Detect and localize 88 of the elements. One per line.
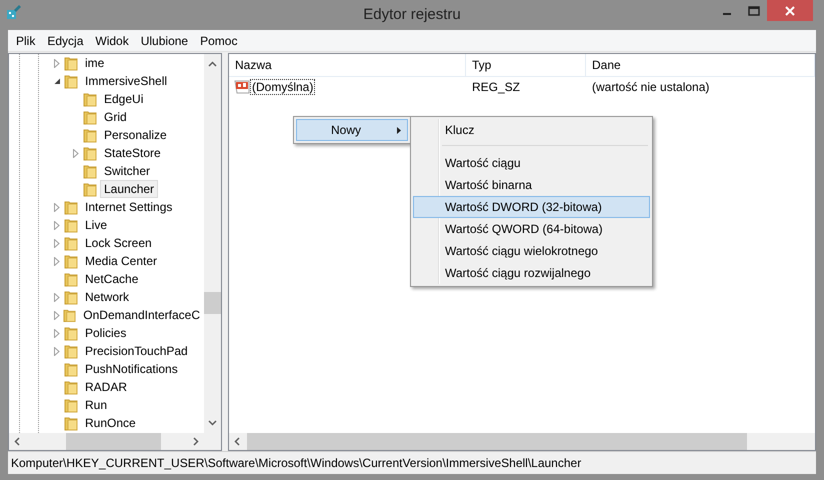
folder-icon bbox=[64, 73, 78, 89]
value-type: REG_SZ bbox=[471, 80, 522, 94]
horizontal-scrollbar[interactable] bbox=[9, 433, 221, 450]
folder-icon bbox=[64, 55, 78, 71]
scroll-down-icon[interactable] bbox=[208, 418, 217, 427]
collapse-arrow-icon[interactable] bbox=[54, 78, 60, 84]
tree-item[interactable]: ImmersiveShell bbox=[81, 72, 172, 90]
tree-item[interactable]: Media Center bbox=[81, 252, 162, 270]
expand-arrow-icon[interactable] bbox=[54, 58, 60, 68]
tree-item[interactable]: ime bbox=[81, 54, 108, 72]
column-header[interactable]: Dane bbox=[586, 54, 815, 76]
menu-item[interactable]: Nowy bbox=[296, 119, 408, 141]
folder-icon bbox=[64, 199, 78, 215]
folder-icon bbox=[64, 379, 78, 395]
close-button[interactable] bbox=[767, 0, 813, 21]
expand-arrow-icon[interactable] bbox=[54, 238, 60, 248]
folder-icon bbox=[64, 217, 78, 233]
menu-item[interactable]: Ulubione bbox=[134, 34, 194, 48]
scrollbar-thumb[interactable] bbox=[204, 292, 221, 314]
scroll-left-icon[interactable] bbox=[13, 437, 22, 446]
expand-arrow-icon[interactable] bbox=[54, 346, 60, 356]
window-title: Edytor rejestru bbox=[363, 6, 461, 23]
scroll-right-icon[interactable] bbox=[191, 437, 200, 446]
menu-item[interactable]: Wartość ciągu wielokrotnego bbox=[413, 240, 650, 262]
folder-icon bbox=[83, 163, 97, 179]
menu-item[interactable]: Wartość ciągu bbox=[413, 152, 650, 174]
folder-icon bbox=[64, 361, 78, 377]
tree-item[interactable]: Network bbox=[81, 288, 134, 306]
tree-item[interactable]: Launcher bbox=[100, 180, 158, 198]
tree-item[interactable]: Personalize bbox=[100, 126, 171, 144]
minimize-icon bbox=[722, 12, 730, 14]
close-icon bbox=[785, 6, 795, 16]
tree-item[interactable]: RADAR bbox=[81, 378, 132, 396]
menu-item[interactable]: Wartość ciągu rozwijalnego bbox=[413, 262, 650, 284]
scroll-left-icon[interactable] bbox=[233, 437, 242, 446]
folder-icon bbox=[64, 271, 78, 287]
column-header[interactable]: Nazwa bbox=[229, 54, 466, 76]
expand-arrow-icon[interactable] bbox=[73, 148, 79, 158]
folder-icon bbox=[83, 109, 97, 125]
menu-item[interactable]: Edycja bbox=[41, 34, 90, 48]
string-value-icon bbox=[234, 80, 250, 94]
expand-arrow-icon[interactable] bbox=[54, 220, 60, 230]
tree-item[interactable]: EdgeUi bbox=[100, 90, 148, 108]
expand-arrow-icon[interactable] bbox=[54, 292, 60, 302]
folder-icon bbox=[63, 307, 76, 323]
menu-item[interactable]: Plik bbox=[10, 34, 42, 48]
menu-item[interactable]: Klucz bbox=[413, 119, 650, 141]
menu-item[interactable]: Wartość QWORD (64-bitowa) bbox=[413, 218, 650, 240]
folder-icon bbox=[64, 397, 78, 413]
tree-item[interactable]: RunOnce bbox=[81, 414, 140, 432]
folder-icon bbox=[83, 91, 97, 107]
status-bar-path: Komputer\HKEY_CURRENT_USER\Software\Microsoft\Windows\CurrentVersion\ImmersiveShell\Launcher bbox=[11, 456, 582, 470]
folder-icon bbox=[64, 325, 78, 341]
tree-item[interactable]: Run bbox=[81, 396, 112, 414]
folder-icon bbox=[64, 415, 78, 431]
scrollbar-thumb[interactable] bbox=[66, 433, 161, 450]
folder-icon bbox=[64, 235, 78, 251]
tree-item[interactable]: Lock Screen bbox=[81, 234, 156, 252]
expand-arrow-icon[interactable] bbox=[54, 310, 60, 320]
folder-icon bbox=[83, 127, 97, 143]
menu-item[interactable]: Wartość binarna bbox=[413, 174, 650, 196]
menu-item[interactable]: Pomoc bbox=[194, 34, 244, 48]
tree-item[interactable]: Policies bbox=[81, 324, 130, 342]
menu-item[interactable]: Wartość DWORD (32-bitowa) bbox=[413, 196, 650, 218]
menu-item[interactable]: Widok bbox=[89, 34, 135, 48]
folder-icon bbox=[64, 253, 78, 269]
tree-item[interactable]: PushNotifications bbox=[81, 360, 182, 378]
folder-icon bbox=[64, 289, 78, 305]
tree-item[interactable]: Live bbox=[81, 216, 112, 234]
tree-item[interactable]: PrecisionTouchPad bbox=[81, 342, 192, 360]
scroll-up-icon[interactable] bbox=[208, 60, 217, 69]
expand-arrow-icon[interactable] bbox=[54, 328, 60, 338]
tree-item[interactable]: NetCache bbox=[81, 270, 142, 288]
maximize-icon bbox=[748, 6, 760, 16]
tree-item[interactable]: Switcher bbox=[100, 162, 154, 180]
tree-item[interactable]: StateStore bbox=[100, 144, 165, 162]
value-name[interactable]: (Domyślna) bbox=[250, 79, 316, 95]
folder-icon bbox=[83, 181, 97, 197]
registry-app-icon bbox=[6, 4, 22, 20]
tree-item[interactable]: OnDemandInterfaceC bbox=[79, 306, 204, 324]
tree-item[interactable]: Grid bbox=[100, 108, 131, 126]
expand-arrow-icon[interactable] bbox=[54, 202, 60, 212]
tree-item[interactable]: Internet Settings bbox=[81, 198, 176, 216]
folder-icon bbox=[83, 145, 97, 161]
folder-icon bbox=[64, 343, 78, 359]
column-header[interactable]: Typ bbox=[466, 54, 586, 76]
value-data: (wartość nie ustalona) bbox=[591, 80, 710, 94]
expand-arrow-icon[interactable] bbox=[54, 256, 60, 266]
